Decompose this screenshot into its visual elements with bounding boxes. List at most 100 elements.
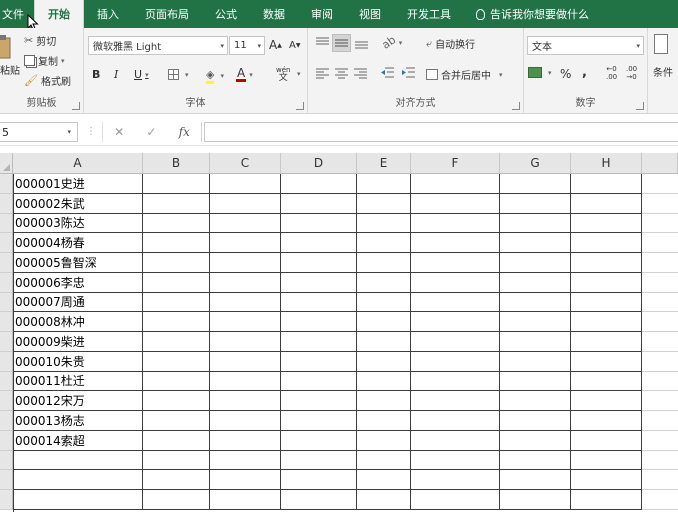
cell[interactable] xyxy=(571,430,642,451)
cell[interactable] xyxy=(143,351,210,372)
cell[interactable] xyxy=(281,470,357,490)
cell[interactable] xyxy=(571,391,642,411)
cancel-icon[interactable]: ✕ xyxy=(114,125,124,139)
font-color-button[interactable]: A ▾ xyxy=(236,67,253,82)
row-header[interactable] xyxy=(0,193,13,214)
cell[interactable] xyxy=(500,332,571,352)
row-header[interactable] xyxy=(0,450,13,471)
row-header[interactable] xyxy=(0,490,13,510)
cell[interactable] xyxy=(210,391,281,411)
row-header[interactable] xyxy=(0,470,13,490)
row-header[interactable] xyxy=(0,272,13,293)
dialog-launcher-icon[interactable] xyxy=(636,102,644,110)
row-header[interactable] xyxy=(0,351,13,372)
phonetic-guide-button[interactable]: wén 文 xyxy=(276,66,290,83)
cell[interactable] xyxy=(281,411,357,431)
cell[interactable] xyxy=(500,312,571,332)
cell-a[interactable]: 000014索超 xyxy=(13,430,143,451)
cell[interactable] xyxy=(210,213,281,234)
paste-button[interactable]: 粘贴 xyxy=(0,34,20,77)
cell[interactable] xyxy=(642,332,678,352)
tell-me-search[interactable]: 告诉我你想要做什么 xyxy=(464,0,589,28)
cell[interactable] xyxy=(143,233,210,253)
cut-button[interactable]: ✂ 剪切 xyxy=(24,33,56,48)
formula-bar-grip[interactable]: ⋮ xyxy=(86,126,96,137)
row-header[interactable] xyxy=(0,332,13,352)
cell[interactable] xyxy=(571,371,642,392)
cell[interactable] xyxy=(281,332,357,352)
cell-a[interactable]: 000001史进 xyxy=(13,174,143,194)
cell[interactable] xyxy=(357,411,411,431)
cell-a[interactable]: 000011杜迁 xyxy=(13,371,143,392)
cell[interactable] xyxy=(571,470,642,490)
cell[interactable] xyxy=(210,450,281,471)
cell[interactable] xyxy=(411,193,500,214)
cell[interactable] xyxy=(281,193,357,214)
column-header-f[interactable]: F xyxy=(411,153,500,174)
cell[interactable] xyxy=(642,411,678,431)
italic-button[interactable]: I xyxy=(114,68,118,81)
cell[interactable] xyxy=(143,470,210,490)
wrap-text-button[interactable]: ⤶ 自动换行 xyxy=(426,36,475,52)
cell[interactable] xyxy=(642,470,678,490)
cell-a[interactable]: 000010朱贵 xyxy=(13,351,143,372)
cell[interactable] xyxy=(642,233,678,253)
cell[interactable] xyxy=(143,253,210,273)
cell-a[interactable] xyxy=(13,450,143,471)
percent-style-button[interactable]: % xyxy=(560,67,571,81)
cell[interactable] xyxy=(411,253,500,273)
cell[interactable] xyxy=(357,430,411,451)
cell[interactable] xyxy=(281,272,357,293)
cell-a[interactable]: 000007周通 xyxy=(13,292,143,313)
row-header[interactable] xyxy=(0,292,13,313)
cell[interactable] xyxy=(143,411,210,431)
column-header-a[interactable]: A xyxy=(13,153,143,174)
cell[interactable] xyxy=(210,292,281,313)
cell[interactable] xyxy=(411,312,500,332)
cell[interactable] xyxy=(143,272,210,293)
comma-style-button[interactable]: , xyxy=(582,65,587,80)
tab-insert[interactable]: 插入 xyxy=(84,0,132,28)
row-header[interactable] xyxy=(0,391,13,411)
cell[interactable] xyxy=(210,332,281,352)
insert-function-icon[interactable]: fx xyxy=(179,125,190,139)
cell[interactable] xyxy=(281,351,357,372)
decrease-indent-button[interactable] xyxy=(380,67,394,79)
cell[interactable] xyxy=(210,233,281,253)
cell[interactable] xyxy=(210,312,281,332)
cell[interactable] xyxy=(143,193,210,214)
cell[interactable] xyxy=(210,351,281,372)
cell[interactable] xyxy=(571,312,642,332)
cell[interactable] xyxy=(571,450,642,471)
cell[interactable] xyxy=(357,351,411,372)
cell-a[interactable]: 000009柴进 xyxy=(13,332,143,352)
align-center-button[interactable] xyxy=(335,68,348,79)
cell[interactable] xyxy=(357,332,411,352)
cell[interactable] xyxy=(411,490,500,510)
cell[interactable] xyxy=(357,272,411,293)
cell[interactable] xyxy=(357,193,411,214)
cell[interactable] xyxy=(281,312,357,332)
cell[interactable] xyxy=(571,272,642,293)
cell[interactable] xyxy=(642,490,678,510)
dialog-launcher-icon[interactable] xyxy=(72,102,80,110)
number-format-combo[interactable]: 文本 ▾ xyxy=(527,36,644,55)
font-size-combo[interactable]: 11 ▾ xyxy=(229,36,265,55)
tab-review[interactable]: 审阅 xyxy=(298,0,346,28)
cell[interactable] xyxy=(357,391,411,411)
row-header[interactable] xyxy=(0,371,13,392)
cell-a[interactable]: 000008林冲 xyxy=(13,312,143,332)
increase-decimal-button[interactable]: ←0 .00 xyxy=(606,65,617,81)
cell[interactable] xyxy=(500,193,571,214)
align-middle-button[interactable] xyxy=(332,34,351,52)
cell[interactable] xyxy=(411,450,500,471)
decrease-decimal-button[interactable]: .00 →0 xyxy=(626,65,637,81)
worksheet-grid[interactable]: A B C D E F G H 000001史进 000002朱武 000003陈达 000004杨春… xyxy=(0,150,678,512)
cell[interactable] xyxy=(281,213,357,234)
cell[interactable] xyxy=(357,292,411,313)
underline-button[interactable]: U ▾ xyxy=(134,68,149,81)
copy-dropdown-icon[interactable]: ▾ xyxy=(61,57,65,65)
tab-data[interactable]: 数据 xyxy=(250,0,298,28)
tab-home[interactable]: 开始 xyxy=(34,0,84,28)
name-box[interactable]: 5 ▾ xyxy=(0,122,78,142)
